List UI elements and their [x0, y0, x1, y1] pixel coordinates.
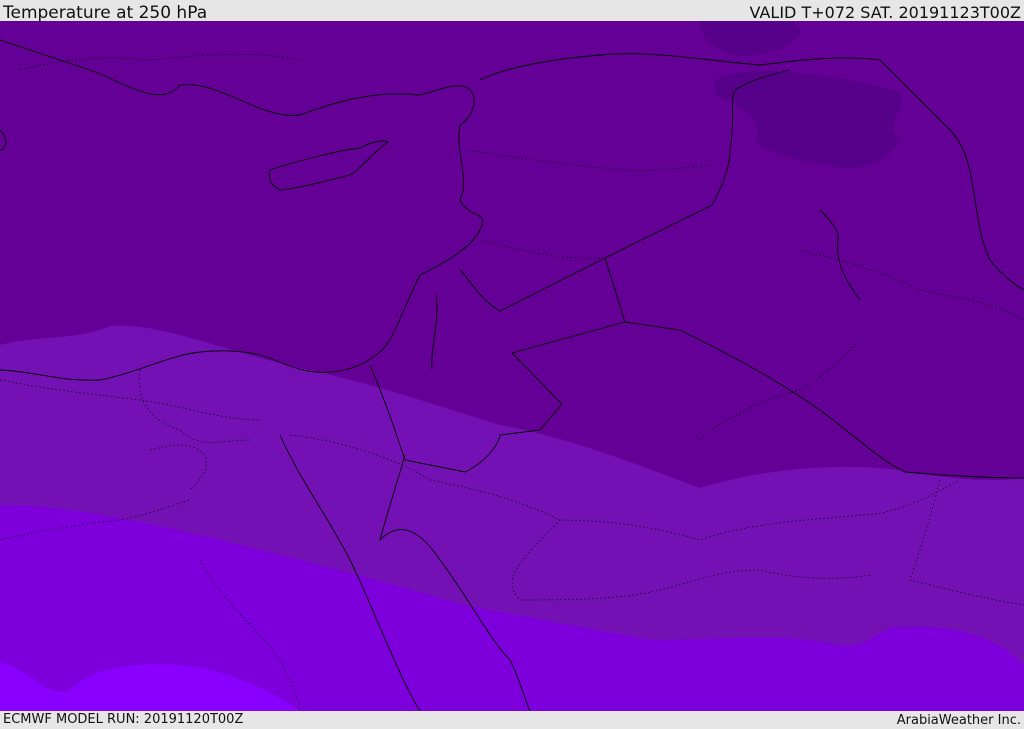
valid-time: VALID T+072 SAT. 20191123T00Z	[749, 3, 1021, 22]
model-run: ECMWF MODEL RUN: 20191120T00Z	[3, 712, 244, 727]
temperature-map	[0, 21, 1024, 711]
credit: ArabiaWeather Inc.	[896, 713, 1021, 728]
footer-bar: ECMWF MODEL RUN: 20191120T00Z ArabiaWeat…	[0, 711, 1024, 729]
header-bar: Temperature at 250 hPa VALID T+072 SAT. …	[0, 0, 1024, 23]
map-title: Temperature at 250 hPa	[3, 3, 208, 23]
map-canvas	[0, 21, 1024, 711]
